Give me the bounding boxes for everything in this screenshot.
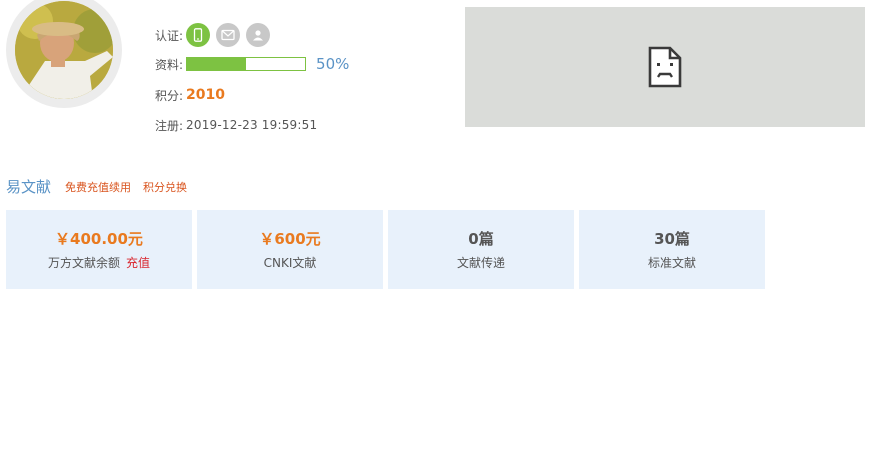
card-label: CNKI文献	[263, 256, 317, 270]
avatar-photo	[15, 1, 113, 99]
profile-progress-bar	[186, 57, 307, 71]
profile-label: 资料:	[155, 57, 184, 72]
profile-row: 资料: 50%	[155, 54, 349, 74]
registration-date: 2019-12-23 19:59:51	[186, 118, 318, 132]
mail-icon[interactable]	[216, 23, 241, 47]
card-value: 0篇	[468, 230, 494, 248]
profile-percent: 50%	[316, 55, 350, 73]
card-label: 万方文献余额	[47, 256, 120, 270]
user-icon[interactable]	[246, 23, 271, 47]
section-header: 易文献 免费充值续用 积分兑换	[6, 176, 187, 197]
card-cnki[interactable]: ￥600元 CNKI文献	[197, 210, 383, 289]
points-label: 积分:	[155, 88, 184, 103]
points-exchange-link[interactable]: 积分兑换	[143, 179, 187, 195]
card-label: 文献传递	[456, 256, 505, 270]
points-value: 2010	[186, 87, 226, 103]
phone-icon[interactable]	[186, 23, 211, 47]
free-recharge-link[interactable]: 免费充值续用	[65, 179, 131, 195]
stat-cards: ￥400.00元 万方文献余额 充值 ￥600元 CNKI文献 0篇 文献传递 3…	[6, 210, 770, 289]
broken-image-icon	[648, 46, 682, 88]
card-label-row: 万方文献余额 充值	[6, 255, 192, 271]
recharge-link[interactable]: 充值	[126, 256, 150, 270]
broken-image-placeholder	[465, 7, 865, 127]
card-value: ￥600元	[259, 230, 321, 248]
verify-label: 认证:	[155, 28, 184, 43]
card-document-delivery[interactable]: 0篇 文献传递	[388, 210, 574, 289]
verify-row: 认证:	[155, 22, 271, 48]
points-row: 积分: 2010	[155, 85, 225, 105]
registration-label: 注册:	[155, 118, 184, 133]
registration-row: 注册: 2019-12-23 19:59:51	[155, 116, 317, 134]
avatar[interactable]	[6, 0, 122, 108]
card-standard-docs[interactable]: 30篇 标准文献	[579, 210, 765, 289]
card-wanfang-balance[interactable]: ￥400.00元 万方文献余额 充值	[6, 210, 192, 289]
profile-progress-fill	[187, 58, 247, 70]
card-value: 30篇	[654, 230, 690, 248]
card-value: ￥400.00元	[55, 230, 143, 248]
card-label: 标准文献	[647, 256, 696, 270]
section-title: 易文献	[6, 178, 52, 196]
